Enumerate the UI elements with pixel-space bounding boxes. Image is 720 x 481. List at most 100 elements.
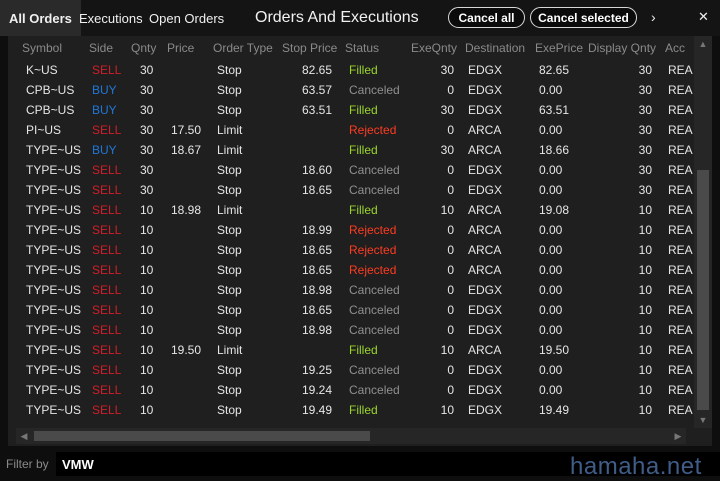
scroll-left-arrow-icon[interactable]: ◀ [18, 430, 30, 442]
table-row[interactable]: CPB~US BUY 30 Stop 63.51 Filled 30 EDGX 63.51 30 R… [8, 100, 693, 120]
cell-exeprice: 63.51 [539, 103, 570, 117]
cell-display-qnty: 10 [638, 243, 652, 257]
cell-status: Canceled [349, 83, 400, 97]
cell-side: BUY [92, 83, 117, 97]
cell-status: Filled [349, 343, 378, 357]
table-row[interactable]: TYPE~US SELL 10 Stop 19.24 Canceled 0 EDGX 0.00 1… [8, 380, 693, 400]
table-row[interactable]: K~US SELL 30 Stop 82.65 Filled 30 EDGX 82.65 30 RE… [8, 60, 693, 80]
table-row[interactable]: TYPE~US SELL 10 Stop 19.49 Filled 10 EDGX 19.49 1… [8, 400, 693, 420]
cell-symbol: TYPE~US [26, 323, 82, 337]
cell-destination: EDGX [468, 83, 503, 97]
horizontal-scrollbar[interactable]: ◀ ▶ [16, 428, 686, 444]
cell-display-qnty: 10 [638, 383, 652, 397]
cell-symbol: CPB~US [26, 103, 75, 117]
chevron-right-icon[interactable]: › [651, 8, 656, 26]
cell-destination: ARCA [468, 203, 502, 217]
column-header-side[interactable]: Side [89, 36, 113, 60]
cancel-selected-button[interactable]: Cancel selected [530, 7, 637, 28]
table-row[interactable]: TYPE~US SELL 10 19.50 Limit Filled 10 ARCA 19.50… [8, 340, 693, 360]
cell-stop-price: 18.65 [301, 183, 332, 197]
table-row[interactable]: PI~US SELL 30 17.50 Limit Rejected 0 ARCA 0.00 30… [8, 120, 693, 140]
table-row[interactable]: TYPE~US SELL 10 Stop 18.65 Canceled 0 EDGX 0.00 1… [8, 300, 693, 320]
cell-status: Canceled [349, 323, 400, 337]
cell-exeprice: 19.08 [539, 203, 570, 217]
column-header-stop-price[interactable]: Stop Price [282, 36, 337, 60]
cell-order-type: Limit [217, 343, 243, 357]
table-row[interactable]: TYPE~US SELL 10 Stop 18.99 Rejected 0 ARCA 0.00 1… [8, 220, 693, 240]
cell-stop-price: 19.24 [301, 383, 332, 397]
cell-side: SELL [92, 263, 122, 277]
cell-display-qnty: 10 [638, 323, 652, 337]
table-row[interactable]: TYPE~US SELL 10 Stop 18.98 Canceled 0 EDGX 0.00 1… [8, 280, 693, 300]
table-row[interactable]: TYPE~US SELL 10 Stop 18.65 Rejected 0 ARCA 0.00 1… [8, 240, 693, 260]
cancel-all-button[interactable]: Cancel all [448, 7, 525, 28]
column-header-symbol[interactable]: Symbol [22, 36, 62, 60]
column-header-account[interactable]: Acc [665, 36, 685, 60]
column-header-qnty[interactable]: Qnty [131, 36, 156, 60]
cell-exeprice: 0.00 [539, 223, 563, 237]
scroll-right-arrow-icon[interactable]: ▶ [672, 430, 684, 442]
cell-side: SELL [92, 243, 122, 257]
horizontal-scroll-thumb[interactable] [34, 431, 370, 441]
column-header-price[interactable]: Price [167, 36, 194, 60]
table-row[interactable]: TYPE~US SELL 10 Stop 18.98 Canceled 0 EDGX 0.00 1… [8, 320, 693, 340]
cell-destination: EDGX [468, 403, 503, 417]
cell-qnty: 10 [140, 223, 154, 237]
cell-qnty: 10 [140, 303, 154, 317]
cell-exeqnty: 10 [440, 343, 454, 357]
table-row[interactable]: TYPE~US BUY 30 18.67 Limit Filled 30 ARCA 18.66 3… [8, 140, 693, 160]
cell-symbol: TYPE~US [26, 283, 82, 297]
table-row[interactable]: TYPE~US SELL 10 Stop 19.25 Canceled 0 EDGX 0.00 1… [8, 360, 693, 380]
cell-stop-price: 18.98 [301, 323, 332, 337]
cell-exeqnty: 0 [447, 163, 454, 177]
cell-qnty: 10 [140, 323, 154, 337]
cell-display-qnty: 30 [638, 83, 652, 97]
cell-destination: ARCA [468, 123, 502, 137]
table-row[interactable]: TYPE~US SELL 10 Stop 18.65 Rejected 0 ARCA 0.00 1… [8, 260, 693, 280]
scroll-up-arrow-icon[interactable]: ▲ [697, 38, 709, 50]
table-row[interactable]: TYPE~US SELL 10 18.98 Limit Filled 10 ARCA 19.08… [8, 200, 693, 220]
cell-destination: EDGX [468, 383, 503, 397]
cell-stop-price: 82.65 [301, 63, 332, 77]
column-header-exeprice[interactable]: ExePrice [535, 36, 583, 60]
table-row[interactable]: TYPE~US SELL 30 Stop 18.60 Canceled 0 EDGX 0.00 3… [8, 160, 693, 180]
cell-destination: EDGX [468, 63, 503, 77]
tab-executions[interactable]: Executions [79, 0, 143, 36]
cell-symbol: TYPE~US [26, 403, 82, 417]
cell-symbol: TYPE~US [26, 303, 82, 317]
cell-price: 18.98 [171, 203, 202, 217]
table-row[interactable]: TYPE~US SELL 30 Stop 18.65 Canceled 0 EDGX 0.00 3… [8, 180, 693, 200]
scroll-down-arrow-icon[interactable]: ▼ [697, 414, 709, 426]
cell-status: Filled [349, 203, 378, 217]
cell-order-type: Stop [217, 103, 242, 117]
column-header-exeqnty[interactable]: ExeQnty [411, 36, 457, 60]
cell-order-type: Stop [217, 63, 242, 77]
column-header-order-type[interactable]: Order Type [213, 36, 273, 60]
vertical-scrollbar[interactable]: ▲ ▼ [694, 36, 712, 428]
cell-display-qnty: 30 [638, 63, 652, 77]
cell-symbol: PI~US [26, 123, 62, 137]
cell-display-qnty: 30 [638, 103, 652, 117]
cell-symbol: TYPE~US [26, 163, 82, 177]
cell-side: SELL [92, 303, 122, 317]
cell-qnty: 10 [140, 263, 154, 277]
column-header-destination[interactable]: Destination [465, 36, 525, 60]
cell-exeprice: 0.00 [539, 303, 563, 317]
cell-stop-price: 18.65 [301, 263, 332, 277]
cell-exeqnty: 0 [447, 263, 454, 277]
cell-symbol: TYPE~US [26, 243, 82, 257]
cell-display-qnty: 30 [638, 123, 652, 137]
cell-side: SELL [92, 283, 122, 297]
table-row[interactable]: CPB~US BUY 30 Stop 63.57 Canceled 0 EDGX 0.00 30 R… [8, 80, 693, 100]
tab-all-orders[interactable]: All Orders [0, 0, 81, 36]
column-header-display-qnty[interactable]: Display Qnty [588, 36, 656, 60]
cell-side: SELL [92, 403, 122, 417]
cell-qnty: 30 [140, 83, 154, 97]
column-header-status[interactable]: Status [345, 36, 379, 60]
tab-open-orders[interactable]: Open Orders [149, 0, 224, 36]
cell-status: Canceled [349, 363, 400, 377]
cell-exeqnty: 10 [440, 203, 454, 217]
vertical-scroll-thumb[interactable] [697, 170, 709, 410]
close-icon[interactable]: ✕ [698, 8, 709, 26]
cell-display-qnty: 10 [638, 343, 652, 357]
